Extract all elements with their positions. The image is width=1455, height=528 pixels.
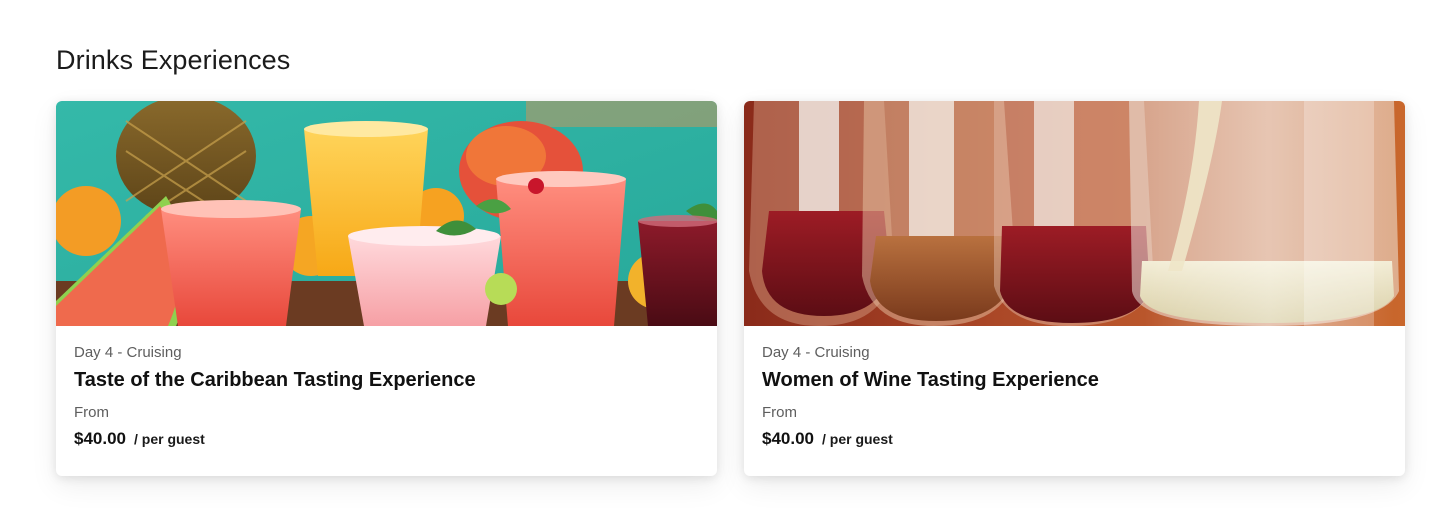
price-value: $40.00 xyxy=(74,429,126,448)
card-day-label: Day 4 - Cruising xyxy=(762,344,870,361)
card-title[interactable]: Taste of the Caribbean Tasting Experienc… xyxy=(74,366,476,394)
card-day-label: Day 4 - Cruising xyxy=(74,344,182,361)
wine-glasses-image[interactable] xyxy=(744,101,1405,326)
tropical-drinks-image[interactable] xyxy=(56,101,717,326)
price-from-label: From xyxy=(74,404,109,421)
price-per-guest-label: / per guest xyxy=(134,431,205,447)
price-per-guest-label: / per guest xyxy=(822,431,893,447)
experience-card-caribbean[interactable]: Day 4 - Cruising Taste of the Caribbean … xyxy=(56,101,717,476)
section-title: Drinks Experiences xyxy=(56,45,291,75)
price-value: $40.00 xyxy=(762,429,814,448)
price-row: $40.00 / per guest xyxy=(74,428,205,450)
price-from-label: From xyxy=(762,404,797,421)
card-title[interactable]: Women of Wine Tasting Experience xyxy=(762,366,1099,394)
price-row: $40.00 / per guest xyxy=(762,428,893,450)
experience-card-wine[interactable]: Day 4 - Cruising Women of Wine Tasting E… xyxy=(744,101,1405,476)
